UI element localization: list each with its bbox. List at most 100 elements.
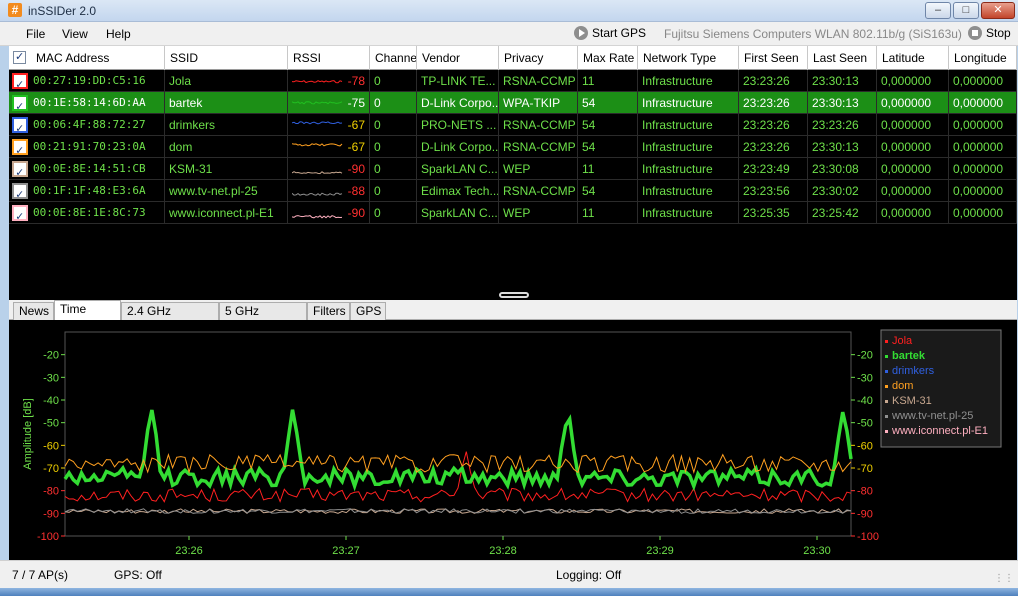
legend-entry: KSM-31 — [892, 395, 932, 407]
cell-latitude: 0,000000 — [877, 158, 949, 180]
cell-max-rate: 54 — [578, 92, 638, 114]
table-row[interactable]: ✓ 00:0E:8E:1E:8C:73 www.iconnect.pl-E1 -90 0… — [9, 202, 1017, 224]
app-icon: # — [8, 3, 22, 17]
y-tick-label-left: -100 — [37, 531, 59, 543]
y-tick-label-left: -70 — [43, 463, 59, 475]
cell-last-seen: 23:30:13 — [808, 92, 877, 114]
cell-longitude: 0,000000 — [949, 70, 1017, 92]
tab-news[interactable]: News — [13, 302, 54, 320]
tab-filters[interactable]: Filters — [307, 302, 350, 320]
y-tick-label-left: -40 — [43, 395, 59, 407]
series-line-bartek — [63, 409, 853, 492]
column-header-privacy[interactable]: Privacy — [499, 46, 578, 70]
cell-rssi: -67 — [288, 114, 370, 136]
column-header-latitude[interactable]: Latitude — [877, 46, 949, 70]
mac-address: 00:21:91:70:23:0A — [33, 140, 146, 153]
check-icon: ✓ — [16, 121, 24, 135]
cell-max-rate: 11 — [578, 202, 638, 224]
cell-mac-address: ✓ 00:06:4F:88:72:27 — [9, 114, 165, 136]
column-header-longitude[interactable]: Longitude — [949, 46, 1017, 70]
adapter-select[interactable]: Fujitsu Siemens Computers WLAN 802.11b/g… — [664, 27, 962, 41]
start-gps-button[interactable]: Start GPS — [574, 26, 646, 40]
column-header-rssi[interactable]: RSSI — [288, 46, 370, 70]
stop-button[interactable]: Stop — [968, 26, 1011, 40]
cell-ssid: www.tv-net.pl-25 — [165, 180, 288, 202]
row-checkbox[interactable]: ✓ — [12, 161, 28, 179]
tabs-bar: NewsTime Graph2.4 GHz Channels5 GHz Chan… — [9, 300, 1017, 334]
y-tick-label-left: -60 — [43, 440, 59, 452]
cell-ssid: www.iconnect.pl-E1 — [165, 202, 288, 224]
cell-network-type: Infrastructure — [638, 158, 739, 180]
table-row[interactable]: ✓ 00:27:19:DD:C5:16 Jola -78 0 TP-LINK TE... R… — [9, 70, 1017, 92]
cell-channel: 0 — [370, 92, 417, 114]
resize-grip[interactable]: ⋮⋮ — [994, 573, 1014, 584]
stop-label: Stop — [986, 26, 1011, 40]
cell-last-seen: 23:30:13 — [808, 136, 877, 158]
y-tick-label-right: -40 — [857, 395, 873, 407]
cell-latitude: 0,000000 — [877, 136, 949, 158]
check-icon: ✓ — [16, 143, 24, 157]
column-header-network-type[interactable]: Network Type — [638, 46, 739, 70]
main-frame: ✓ MAC Address SSID RSSI Channel Vendor Privacy… — [9, 46, 1017, 560]
cell-mac-address: ✓ 00:21:91:70:23:0A — [9, 136, 165, 158]
select-all-checkbox[interactable]: ✓ — [13, 51, 26, 64]
table-row[interactable]: ✓ 00:1E:58:14:6D:AA bartek -75 0 D-Link Corpo… — [9, 92, 1017, 114]
cell-rssi: -88 — [288, 180, 370, 202]
row-checkbox[interactable]: ✓ — [12, 205, 28, 223]
column-header-vendor[interactable]: Vendor — [417, 46, 499, 70]
row-checkbox[interactable]: ✓ — [12, 95, 28, 113]
column-header-max-rate[interactable]: Max Rate — [578, 46, 638, 70]
legend-entry: drimkers — [892, 365, 935, 377]
table-row[interactable]: ✓ 00:0E:8E:14:51:CB KSM-31 -90 0 SparkLAN C..… — [9, 158, 1017, 180]
tab-5-ghz-channels[interactable]: 5 GHz Channels — [219, 302, 307, 334]
splitter-handle[interactable] — [499, 292, 529, 298]
cell-ssid: dom — [165, 136, 288, 158]
column-header-mac-address[interactable]: MAC Address — [31, 46, 165, 70]
cell-mac-address: ✓ 00:0E:8E:1E:8C:73 — [9, 202, 165, 224]
title-bar: # inSSIDer 2.0 – □ ✕ — [0, 0, 1018, 22]
y-tick-label-left: -20 — [43, 350, 59, 362]
cell-channel: 0 — [370, 158, 417, 180]
minimize-button[interactable]: – — [925, 2, 951, 19]
column-header-first-seen[interactable]: First Seen — [739, 46, 808, 70]
menu-file[interactable]: File — [26, 27, 45, 41]
column-header-last-seen[interactable]: Last Seen — [808, 46, 877, 70]
row-checkbox[interactable]: ✓ — [12, 117, 28, 135]
x-tick-label: 23:26 — [175, 545, 203, 557]
cell-max-rate: 54 — [578, 180, 638, 202]
tab-time-graph[interactable]: Time Graph — [54, 300, 121, 332]
y-tick-label-left: -90 — [43, 508, 59, 520]
cell-latitude: 0,000000 — [877, 92, 949, 114]
y-tick-label-right: -100 — [857, 531, 879, 543]
row-checkbox[interactable]: ✓ — [12, 183, 28, 201]
cell-ssid: drimkers — [165, 114, 288, 136]
cell-longitude: 0,000000 — [949, 92, 1017, 114]
row-checkbox[interactable]: ✓ — [12, 139, 28, 157]
table-row[interactable]: ✓ 00:1F:1F:48:E3:6A www.tv-net.pl-25 -88 0 Ed… — [9, 180, 1017, 202]
cell-latitude: 0,000000 — [877, 202, 949, 224]
cell-max-rate: 54 — [578, 114, 638, 136]
column-header-ssid[interactable]: SSID — [165, 46, 288, 70]
y-tick-label-left: -80 — [43, 486, 59, 498]
cell-vendor: SparkLAN C... — [417, 158, 499, 180]
close-button[interactable]: ✕ — [981, 2, 1015, 19]
menu-view[interactable]: View — [62, 27, 88, 41]
column-header-channel[interactable]: Channel — [370, 46, 417, 70]
y-tick-label-right: -30 — [857, 372, 873, 384]
maximize-button[interactable]: □ — [953, 2, 979, 19]
start-gps-label: Start GPS — [592, 26, 647, 40]
legend-swatch — [885, 340, 888, 343]
cell-network-type: Infrastructure — [638, 70, 739, 92]
tab-gps[interactable]: GPS — [350, 302, 386, 320]
cell-network-type: Infrastructure — [638, 136, 739, 158]
menu-help[interactable]: Help — [106, 27, 131, 41]
time-graph-chart: -20 -20 -30 -30 -40 -40 -50 -50 -60 -60 -70 -70 -80 -… — [22, 329, 1002, 557]
cell-first-seen: 23:23:26 — [739, 136, 808, 158]
y-tick-label-right: -70 — [857, 463, 873, 475]
cell-mac-address: ✓ 00:0E:8E:14:51:CB — [9, 158, 165, 180]
tab-2-4-ghz-channels[interactable]: 2.4 GHz Channels — [121, 302, 219, 334]
cell-network-type: Infrastructure — [638, 180, 739, 202]
table-row[interactable]: ✓ 00:21:91:70:23:0A dom -67 0 D-Link Corpo...… — [9, 136, 1017, 158]
table-row[interactable]: ✓ 00:06:4F:88:72:27 drimkers -67 0 PRO-NETS .… — [9, 114, 1017, 136]
row-checkbox[interactable]: ✓ — [12, 73, 28, 91]
